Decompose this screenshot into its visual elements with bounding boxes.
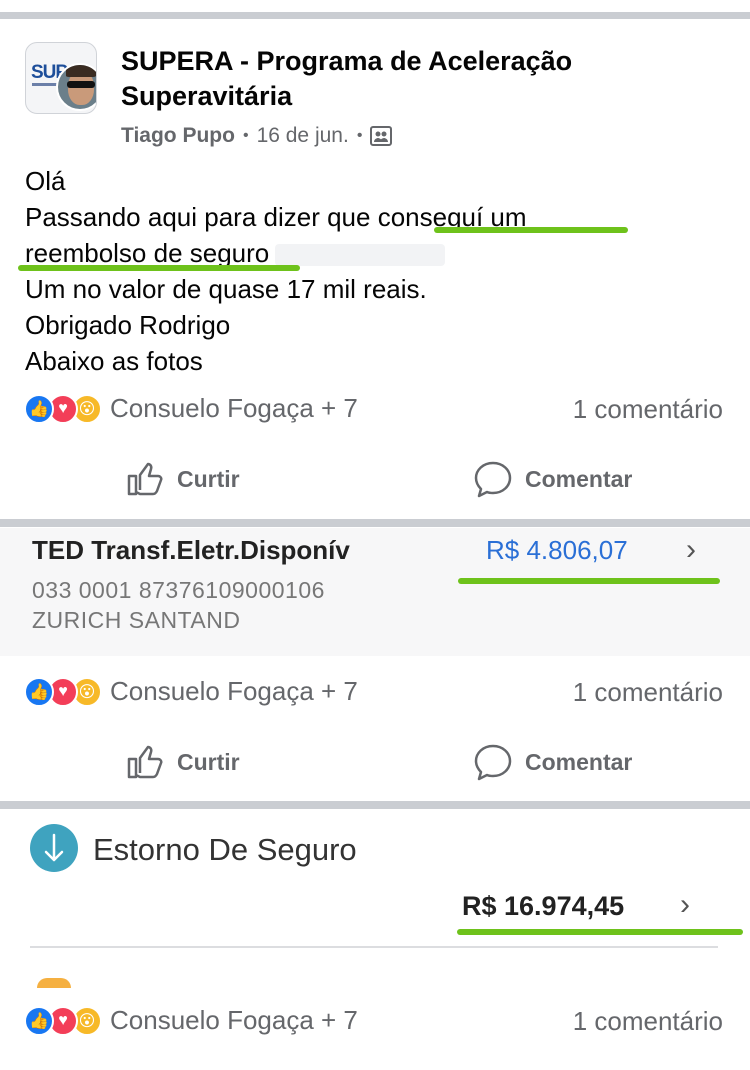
reactions-summary[interactable]: 👍 ♥ 😮 Consuelo Fogaça + 7 (24, 1005, 358, 1036)
meta-separator: • (242, 127, 249, 144)
like-icon: 👍 (24, 1005, 54, 1036)
divider (30, 946, 718, 948)
like-button[interactable]: Curtir (125, 459, 240, 499)
separator (0, 519, 750, 527)
highlight-underline (18, 265, 300, 271)
group-avatar[interactable]: SUP (25, 42, 97, 114)
highlight-underline (458, 578, 720, 584)
post-body: Olá Passando aqui para dizer que consegu… (25, 163, 527, 379)
refund-title: Estorno De Seguro (93, 832, 357, 867)
comment-label: Comentar (525, 465, 633, 492)
comment-count[interactable]: 1 comentário (573, 1006, 723, 1037)
separator (0, 801, 750, 809)
comment-bubble-icon (474, 461, 512, 498)
post-meta: Tiago Pupo • 16 de jun. • (121, 124, 393, 148)
like-icon: 👍 (24, 676, 54, 707)
refund-amount: R$ 16.974,45 (462, 891, 625, 921)
separator (0, 12, 750, 19)
post-date[interactable]: 16 de jun. (257, 124, 349, 148)
blurred-text (275, 244, 446, 267)
thumbs-up-icon (127, 462, 163, 496)
group-members-icon (370, 126, 393, 146)
arrow-down-icon (30, 824, 78, 872)
comment-button[interactable]: Comentar (473, 459, 632, 499)
author-name[interactable]: Tiago Pupo (121, 124, 235, 148)
comment-bubble-icon (474, 744, 512, 781)
comment-count[interactable]: 1 comentário (573, 394, 723, 425)
transaction-bank: ZURICH SANTAND (32, 607, 241, 633)
post-line: Um no valor de quase 17 mil reais. (25, 274, 427, 304)
reactions-summary[interactable]: 👍 ♥ 😮 Consuelo Fogaça + 7 (24, 676, 358, 707)
like-button[interactable]: Curtir (125, 742, 240, 782)
like-icon: 👍 (24, 393, 54, 424)
author-photo (56, 63, 96, 111)
comment-button[interactable]: Comentar (473, 742, 632, 782)
highlight-underline (434, 227, 628, 233)
reaction-names: Consuelo Fogaça + 7 (110, 393, 358, 423)
transaction-account: 033 0001 87376109000106 (32, 577, 325, 603)
reactions-summary[interactable]: 👍 ♥ 😮 Consuelo Fogaça + 7 (24, 393, 358, 424)
transaction-title: TED Transf.Eletr.Disponív (32, 535, 350, 565)
transaction-amount: R$ 4.806,07 (486, 535, 628, 565)
group-title[interactable]: SUPERA - Programa de Aceleração Superavi… (121, 44, 721, 114)
post-line: Obrigado Rodrigo (25, 310, 231, 340)
highlight-underline (457, 929, 743, 935)
like-label: Curtir (177, 748, 240, 775)
reaction-names: Consuelo Fogaça + 7 (110, 676, 358, 706)
meta-separator: • (356, 127, 363, 144)
post-line: Olá (25, 166, 66, 196)
chevron-right-icon: › (680, 888, 690, 921)
cropped-icon (37, 978, 71, 988)
thumbs-up-icon (127, 745, 163, 779)
like-label: Curtir (177, 465, 240, 492)
post-line-text: reembolso de seguro (25, 238, 270, 268)
reaction-names: Consuelo Fogaça + 7 (110, 1005, 358, 1035)
post-line: Abaixo as fotos (25, 346, 203, 376)
comment-count[interactable]: 1 comentário (573, 677, 723, 708)
chevron-right-icon: › (686, 533, 696, 566)
comment-label: Comentar (525, 748, 633, 775)
